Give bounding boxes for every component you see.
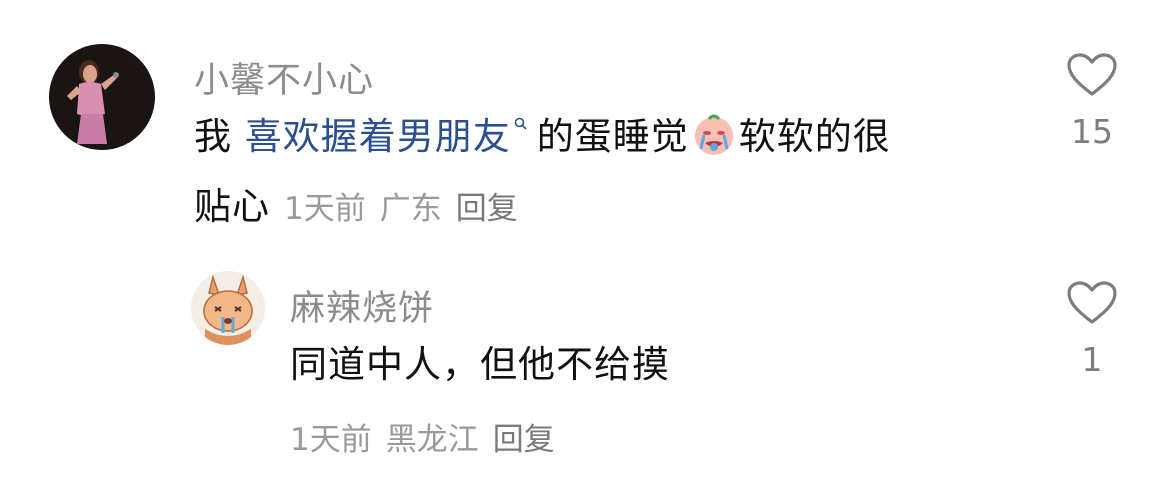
like-count: 15 (1071, 112, 1113, 151)
comment-text-middle: 的蛋睡觉 (536, 115, 689, 158)
avatar[interactable] (49, 44, 155, 150)
like-count: 1 (1081, 340, 1103, 379)
reply-button[interactable]: 回复 (493, 422, 555, 458)
reply-button[interactable]: 回复 (456, 191, 518, 227)
comment-text: 我 喜欢握着男朋友 的蛋睡觉 软软的很贴心 1天前 广东 回复 (194, 102, 1014, 244)
like-button[interactable]: 15 (1052, 52, 1132, 151)
comment-meta: 1天前 广东 回复 (284, 191, 518, 227)
crying-face-emoji (694, 114, 733, 155)
avatar-cartoon (191, 271, 265, 345)
reply-location: 黑龙江 (385, 422, 479, 458)
comment-username[interactable]: 小馨不小心 (194, 52, 374, 103)
heart-outline-icon (1067, 53, 1117, 96)
comment-text-suffix: 软软的很 (738, 115, 891, 158)
comment-location: 广东 (379, 191, 442, 227)
heart-outline-icon (1067, 281, 1117, 324)
avatar[interactable] (191, 271, 265, 345)
reply-time: 1天前 (290, 422, 372, 458)
comment-text-prefix: 我 (194, 115, 245, 158)
topic-link[interactable]: 喜欢握着男朋友 (245, 115, 511, 158)
search-mark-icon (514, 117, 527, 130)
reply-username[interactable]: 麻辣烧饼 (290, 280, 434, 331)
like-button[interactable]: 1 (1052, 280, 1132, 379)
reply-meta: 1天前 黑龙江 回复 (290, 414, 555, 459)
reply-text: 同道中人，但他不给摸 (290, 343, 670, 386)
comment-text-suffix-2: 贴心 (194, 185, 270, 228)
comment-time: 1天前 (284, 191, 366, 227)
avatar-photo (49, 44, 155, 150)
